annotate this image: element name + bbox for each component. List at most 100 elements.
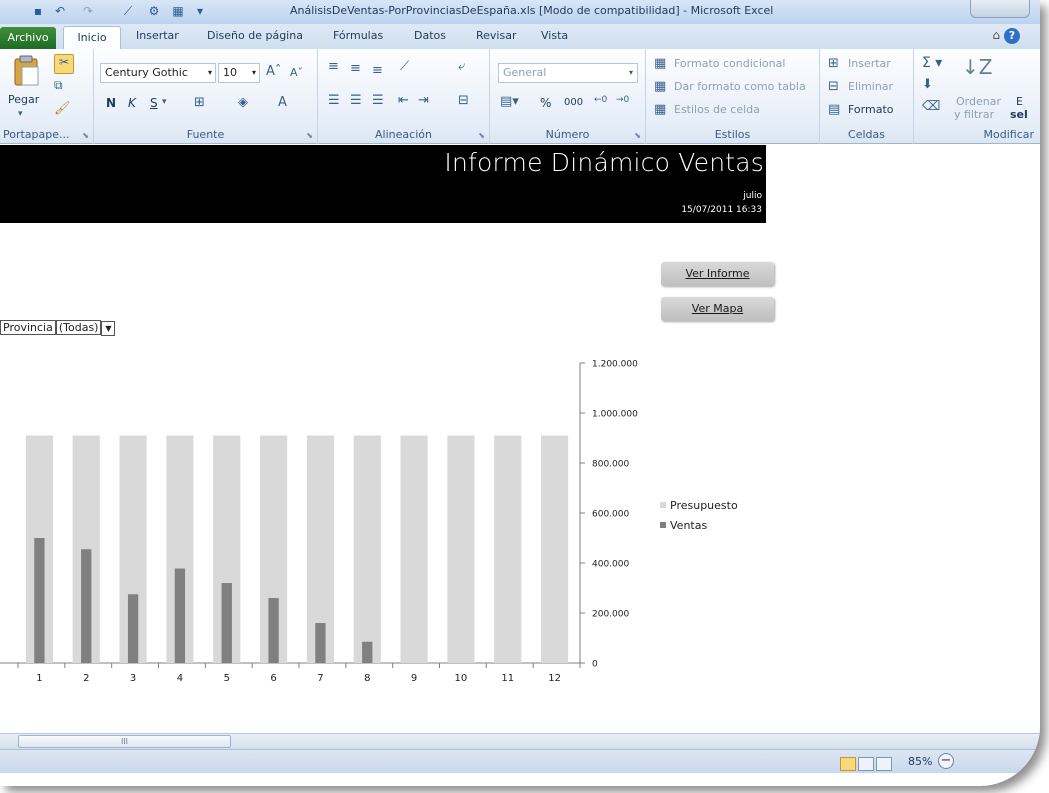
font-name-select[interactable]: Century Gothic ▾ [100, 63, 216, 83]
bold-button[interactable]: N [106, 96, 116, 110]
redo-icon[interactable]: ↷ [80, 3, 96, 19]
x-tick-label: 7 [317, 673, 323, 684]
increase-decimal-icon[interactable]: ←0 [594, 95, 607, 105]
increase-font-icon[interactable]: Aˆ [266, 64, 281, 79]
customize-toolbar-icon[interactable]: ▾ [192, 3, 208, 19]
y-tick-label: 600.000 [592, 510, 629, 520]
sort-button[interactable]: Ordenar [956, 95, 1001, 108]
cell-styles-button[interactable]: Estilos de celda [674, 103, 760, 116]
align-top-icon[interactable]: ≡ [328, 59, 339, 74]
font-size-select[interactable]: 10 ▾ [218, 63, 260, 83]
save-icon[interactable]: ▪ [30, 3, 46, 19]
sales-chart[interactable]: 0 200.000 400.000 600.000 800.000 1.000.000 1.… [0, 345, 790, 695]
underline-dropdown-icon[interactable]: ▾ [162, 97, 167, 107]
bar-ventas [268, 598, 279, 663]
ribbon: Pegar ▾ ✂ ⧉ 🖌 Portapape... ⬊ Century Got… [0, 49, 1040, 144]
align-bottom-icon[interactable]: ≡ [372, 63, 383, 78]
form-icon[interactable]: ▦ [170, 3, 186, 19]
launcher-icon[interactable]: ⬊ [478, 131, 485, 140]
y-tick-label: 400.000 [592, 560, 629, 570]
font-color-icon[interactable]: A [278, 95, 287, 110]
tab-insertar[interactable]: Insertar [136, 29, 179, 42]
paste-dropdown-icon[interactable]: ▾ [18, 109, 23, 119]
zoom-out-icon[interactable]: − [938, 753, 954, 769]
italic-button[interactable]: K [128, 96, 136, 110]
align-left-icon[interactable]: ☰ [328, 93, 340, 108]
minimize-ribbon-icon[interactable]: ⌂ [992, 28, 1000, 42]
autosum-icon[interactable]: Σ ▾ [922, 55, 942, 71]
format-painter-icon[interactable]: 🖌 [54, 101, 71, 116]
align-right-icon[interactable]: ☰ [372, 93, 384, 108]
copy-icon[interactable]: ⧉ [54, 78, 63, 93]
sort-filter-icon[interactable]: ↓Z [962, 55, 992, 79]
page-break-view-icon[interactable] [876, 756, 892, 771]
ver-mapa-button[interactable]: Ver Mapa [661, 297, 774, 321]
bar-ventas [315, 623, 326, 663]
tab-inicio[interactable]: Inicio [63, 26, 121, 49]
find-select-button-partial[interactable]: E [1016, 95, 1023, 108]
borders-icon[interactable]: ⊞ [194, 95, 205, 110]
filter-label: Provincia [0, 320, 56, 335]
tab-vista[interactable]: Vista [541, 29, 568, 42]
fill-color-icon[interactable]: ◈ [238, 95, 248, 110]
delete-cells-button[interactable]: Eliminar [848, 80, 893, 93]
group-numero: General ▾ ▤▾ % 000 ←0 →0 Número ⬊ [490, 49, 646, 144]
clear-icon[interactable]: ⌫ [922, 99, 940, 114]
increase-indent-icon[interactable]: ⇥ [418, 93, 429, 108]
format-cells-button[interactable]: Formato [848, 103, 894, 116]
launcher-icon[interactable]: ⬊ [82, 131, 89, 140]
align-center-icon[interactable]: ☰ [350, 93, 362, 108]
ribbon-tabs: Archivo Inicio Insertar Diseño de página… [0, 24, 1040, 49]
filter-value[interactable]: (Todas) [55, 320, 102, 335]
format-as-table-button[interactable]: Dar formato como tabla [674, 80, 806, 93]
zoom-level[interactable]: 85% [908, 755, 932, 768]
worksheet[interactable]: Informe Dinámico Ventas julio 15/07/2011… [0, 145, 1040, 735]
merge-center-icon[interactable]: ⊟ [458, 93, 469, 108]
accounting-format-icon[interactable]: ▤▾ [500, 94, 519, 109]
cell-styles-icon: ▦ [654, 102, 667, 117]
paste-button[interactable]: Pegar [8, 93, 39, 106]
launcher-icon[interactable]: ⬊ [306, 131, 313, 140]
chart-tool-icon[interactable]: ⟋ [120, 3, 136, 19]
page-layout-view-icon[interactable] [858, 756, 874, 771]
decrease-decimal-icon[interactable]: →0 [616, 95, 629, 105]
decrease-indent-icon[interactable]: ⇤ [398, 93, 409, 108]
insert-cells-button[interactable]: Insertar [848, 57, 891, 70]
normal-view-icon[interactable] [840, 756, 856, 771]
launcher-icon[interactable]: ⬊ [634, 131, 641, 140]
filter-button[interactable]: y filtrar [954, 108, 994, 121]
x-tick-label: 12 [548, 673, 561, 684]
conditional-format-button[interactable]: Formato condicional [674, 57, 785, 70]
percent-style-button[interactable]: % [540, 96, 551, 110]
y-tick-label: 1.200.000 [592, 360, 638, 370]
fill-icon[interactable]: ⬇ [922, 77, 933, 92]
tab-diseno-pagina[interactable]: Diseño de página [207, 29, 303, 42]
ver-informe-button[interactable]: Ver Informe [661, 262, 774, 286]
horizontal-scrollbar[interactable]: III [0, 733, 1040, 749]
cut-icon[interactable]: ✂ [54, 54, 74, 74]
chevron-down-icon: ▾ [628, 68, 633, 77]
y-tick-label: 1.000.000 [592, 410, 638, 420]
scrollbar-thumb[interactable]: III [18, 735, 231, 748]
tab-datos[interactable]: Datos [414, 29, 446, 42]
report-date: 15/07/2011 16:33 [681, 205, 762, 215]
tab-archivo[interactable]: Archivo [0, 27, 56, 49]
report-banner: Informe Dinámico Ventas julio 15/07/2011… [0, 145, 766, 223]
tab-revisar[interactable]: Revisar [476, 29, 516, 42]
filter-dropdown-icon[interactable]: ▼ [101, 321, 116, 336]
orientation-icon[interactable]: ⟋ [400, 59, 409, 74]
comma-style-button[interactable]: 000 [564, 97, 583, 108]
minimize-button[interactable] [970, 0, 1030, 18]
group-alineacion: ≡ ≡ ≡ ⟋ ⤶ ☰ ☰ ☰ ⇤ ⇥ ⊟ Alineación ⬊ [318, 49, 490, 144]
align-middle-icon[interactable]: ≡ [350, 61, 361, 76]
decrease-font-icon[interactable]: Aˇ [290, 66, 303, 79]
macro-icon[interactable]: ⚙ [146, 3, 162, 19]
wrap-text-icon[interactable]: ⤶ [458, 59, 465, 74]
number-format-select[interactable]: General ▾ [498, 63, 638, 83]
underline-button[interactable]: S [150, 96, 158, 110]
x-tick-label: 11 [501, 673, 514, 684]
undo-icon[interactable]: ↶ [52, 3, 68, 19]
paste-icon[interactable] [12, 55, 42, 87]
tab-formulas[interactable]: Fórmulas [333, 29, 383, 42]
help-icon[interactable]: ? [1004, 28, 1020, 44]
